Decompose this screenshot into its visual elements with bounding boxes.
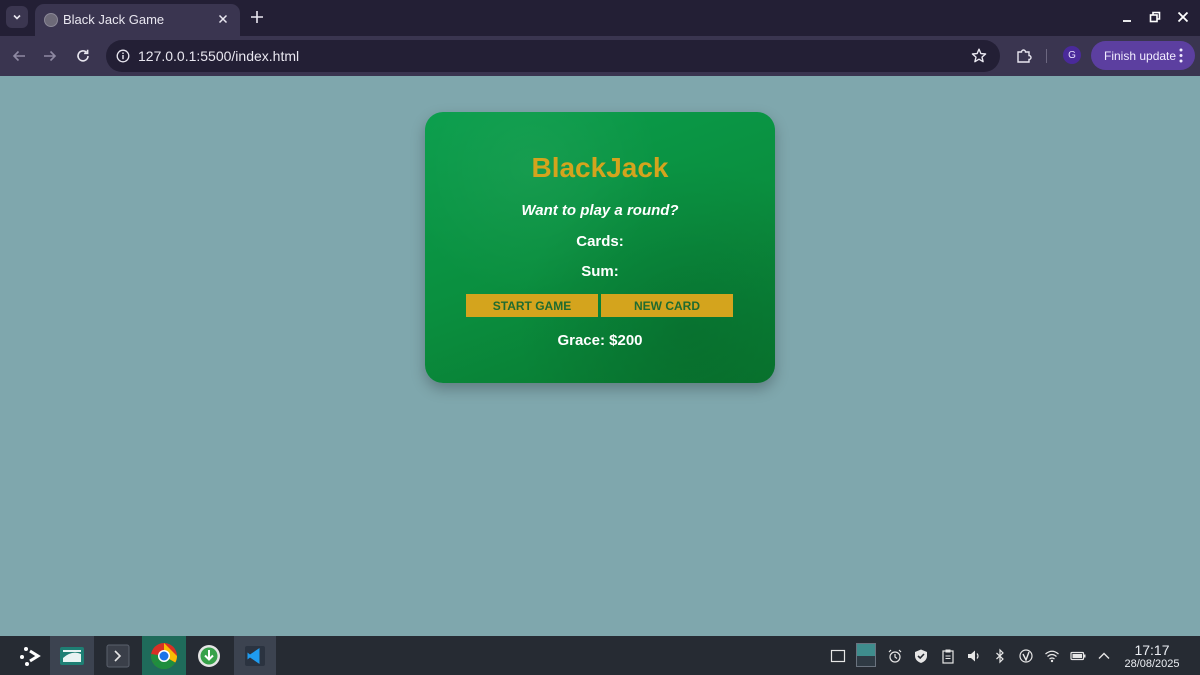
forward-icon[interactable] <box>41 47 59 65</box>
taskbar-terminal[interactable] <box>98 636 138 675</box>
clock-date: 28/08/2025 <box>1124 658 1180 670</box>
desktop-icon[interactable] <box>830 648 846 664</box>
vpn-icon[interactable] <box>1018 648 1034 664</box>
bookmark-star-icon[interactable] <box>970 47 988 65</box>
volume-icon[interactable] <box>966 648 982 664</box>
new-tab-icon[interactable] <box>248 8 266 26</box>
workspace-pager-second <box>857 656 875 666</box>
taskbar-file-manager[interactable] <box>50 636 94 675</box>
shield-icon[interactable] <box>913 648 929 664</box>
profile-avatar[interactable]: G <box>1063 46 1081 64</box>
clipboard-icon[interactable] <box>940 648 956 664</box>
player-balance: Grace: $200 <box>557 332 643 349</box>
tab-search-button[interactable] <box>6 6 28 28</box>
taskbar-chrome[interactable] <box>142 636 186 675</box>
workspace-pager[interactable] <box>856 643 876 667</box>
cards-label: Cards: <box>576 233 624 250</box>
tab-strip: Black Jack Game <box>0 0 1200 36</box>
launcher-icon <box>20 646 41 666</box>
globe-icon <box>44 13 58 27</box>
battery-icon[interactable] <box>1070 648 1086 664</box>
reload-icon[interactable] <box>74 47 92 65</box>
finish-update-button[interactable]: Finish update <box>1091 41 1195 70</box>
clock-time: 17:17 <box>1134 642 1170 658</box>
terminal-icon <box>106 644 130 667</box>
download-icon <box>198 644 220 667</box>
back-icon[interactable] <box>10 47 28 65</box>
chevron-up-icon[interactable] <box>1096 648 1112 664</box>
minimize-icon[interactable] <box>1119 9 1135 25</box>
chevron-down-icon <box>13 14 21 20</box>
close-icon[interactable] <box>216 12 230 26</box>
vscode-icon <box>245 645 265 666</box>
clock[interactable]: 17:17 28/08/2025 <box>1118 642 1186 671</box>
blackjack-table: BlackJack Want to play a round? Cards: S… <box>425 112 775 383</box>
more-vert-icon <box>1179 48 1183 63</box>
message-text: Want to play a round? <box>521 202 679 219</box>
game-title: BlackJack <box>531 152 669 183</box>
chrome-icon <box>151 642 178 669</box>
browser-tab[interactable]: Black Jack Game <box>35 4 240 36</box>
sum-label: Sum: <box>581 263 619 280</box>
url-text[interactable]: 127.0.0.1:5500/index.html <box>138 48 299 64</box>
tab-title: Black Jack Game <box>63 12 165 27</box>
extensions-icon[interactable] <box>1015 46 1033 64</box>
wifi-icon[interactable] <box>1044 648 1060 664</box>
restore-icon[interactable] <box>1147 9 1163 25</box>
info-icon[interactable] <box>116 49 130 63</box>
alarm-icon[interactable] <box>887 648 903 664</box>
address-bar[interactable]: 127.0.0.1:5500/index.html <box>106 40 1000 72</box>
close-window-icon[interactable] <box>1175 9 1191 25</box>
taskbar-updater[interactable] <box>188 636 230 675</box>
new-card-button[interactable]: NEW CARD <box>601 294 733 317</box>
toolbar-divider <box>1046 49 1047 63</box>
bluetooth-icon[interactable] <box>992 648 1008 664</box>
taskbar-vscode[interactable] <box>234 636 276 675</box>
finish-update-label: Finish update <box>1104 48 1177 63</box>
file-manager-icon <box>60 646 84 665</box>
start-game-button[interactable]: START GAME <box>466 294 598 317</box>
app-launcher[interactable] <box>10 636 50 675</box>
